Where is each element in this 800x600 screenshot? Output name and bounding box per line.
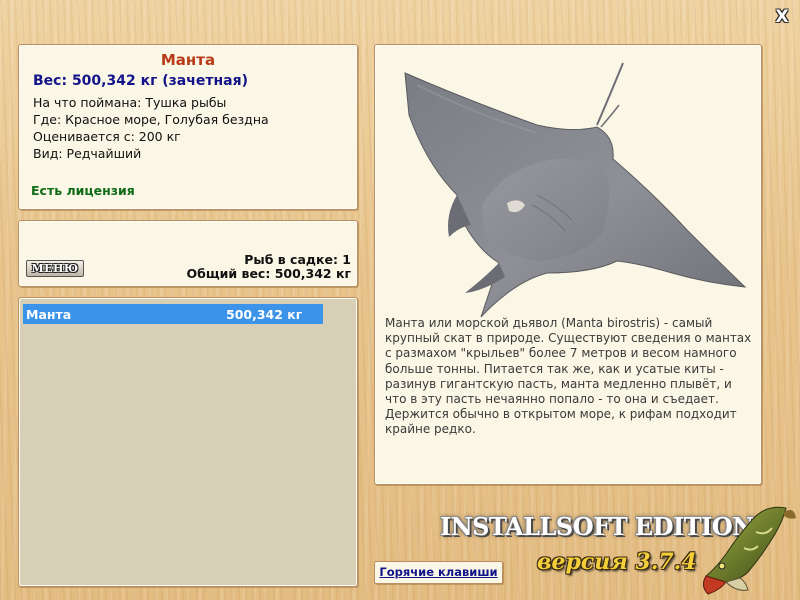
catch-list-scrollbar[interactable] [340,299,356,585]
license-status: Есть лицензия [31,183,135,198]
close-button[interactable]: X [772,7,792,27]
catch-item-weight: 500,342 кг [226,307,303,322]
price-info: Оценивается с: 200 кг [33,129,181,144]
fish-description: Манта или морской дьявол (Manta birostri… [385,316,752,437]
version-label: версия 3.7.4 [537,549,697,575]
manta-ray-image [404,62,747,318]
fish-detail-panel: Манта или морской дьявол (Manta birostri… [374,44,762,485]
fish-weight: Вес: 500,342 кг (зачетная) [33,73,248,89]
catch-list-panel: Манта 500,342 кг [18,297,358,587]
pike-fish-icon [702,506,796,595]
rarity-info: Вид: Редчайший [33,146,142,161]
menu-button[interactable]: МЕНЮ [26,260,84,277]
fish-count: Рыб в садке: 1 [244,252,351,267]
catch-item-name: Манта [26,307,72,322]
keep-net-panel: МЕНЮ Рыб в садке: 1 Общий вес: 500,342 к… [18,220,358,287]
fish-info-panel: Манта Вес: 500,342 кг (зачетная) На что … [18,44,358,210]
bait-info: На что поймана: Тушка рыбы [33,95,227,110]
hotkeys-label: Горячие клавиши [379,565,498,579]
catch-list[interactable]: Манта 500,342 кг [21,300,339,584]
hotkeys-button[interactable]: Горячие клавиши [374,561,503,584]
fish-name: Манта [160,51,216,69]
catch-list-item-selected[interactable]: Манта 500,342 кг [23,304,323,324]
total-weight: Общий вес: 500,342 кг [186,266,352,281]
location-info: Где: Красное море, Голубая бездна [33,112,269,127]
